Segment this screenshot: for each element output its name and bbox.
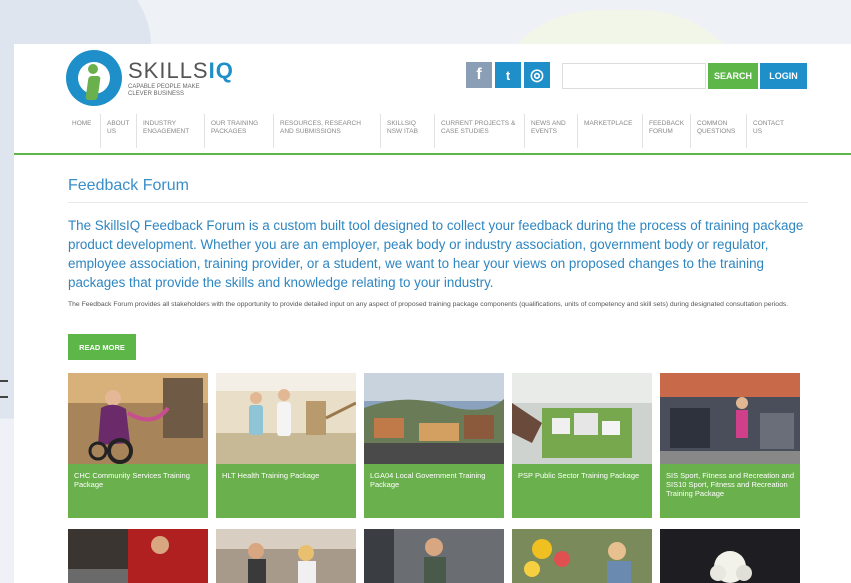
package-photo (512, 529, 652, 583)
nav-feedback-forum[interactable]: FEEDBACK FORUM (642, 114, 690, 148)
skillsiq-logo[interactable]: SKILLSIQ CAPABLE PEOPLE MAKE CLEVER BUSI… (66, 50, 234, 106)
package-card[interactable]: HLT Health Training Package (216, 373, 356, 518)
nav-our-training-packages[interactable]: OUR TRAINING PACKAGES (204, 114, 273, 148)
nav-about-us[interactable]: ABOUT US (100, 114, 136, 148)
package-label: CHC Community Services Training Package (68, 464, 208, 518)
nav-home[interactable]: HOME (66, 114, 100, 148)
instagram-icon[interactable]: ◎ (524, 62, 550, 88)
package-photo (68, 373, 208, 464)
nav-skillsiq-nsw-itab[interactable]: SKILLSIQ NSW ITAB (380, 114, 434, 148)
package-label: PSP Public Sector Training Package (512, 464, 652, 518)
package-photo (68, 529, 208, 583)
package-photo (660, 529, 800, 583)
intro-text: The SkillsIQ Feedback Forum is a custom … (68, 218, 804, 290)
package-card[interactable]: CHC Community Services Training Package (68, 373, 208, 518)
logo-icon (66, 50, 122, 106)
package-card[interactable] (216, 529, 356, 583)
nav-news-and-events[interactable]: NEWS AND EVENTS (524, 114, 577, 148)
main-nav: HOME ABOUT US INDUSTRY ENGAGEMENT OUR TR… (66, 114, 788, 152)
logo-tagline: CAPABLE PEOPLE MAKE CLEVER BUSINESS (128, 84, 200, 97)
nav-marketplace[interactable]: MARKETPLACE (577, 114, 642, 148)
package-card[interactable] (364, 529, 504, 583)
social-links: f t ◎ (466, 62, 550, 88)
read-more-button[interactable]: READ MORE (68, 334, 136, 360)
package-card[interactable] (68, 529, 208, 583)
edge-mark (0, 396, 8, 398)
package-card[interactable] (660, 529, 800, 583)
package-photo (216, 529, 356, 583)
package-photo (660, 373, 800, 464)
package-photo (216, 373, 356, 464)
twitter-icon[interactable]: t (495, 62, 521, 88)
page-title: Feedback Forum (68, 177, 189, 194)
search-button[interactable]: SEARCH (708, 63, 758, 89)
nav-industry-engagement[interactable]: INDUSTRY ENGAGEMENT (136, 114, 204, 148)
package-card[interactable]: LGA04 Local Government Training Package (364, 373, 504, 518)
package-card[interactable] (512, 529, 652, 583)
package-card[interactable]: PSP Public Sector Training Package (512, 373, 652, 518)
screenshot-stage: SKILLSIQ CAPABLE PEOPLE MAKE CLEVER BUSI… (0, 0, 851, 583)
package-label: HLT Health Training Package (216, 464, 356, 518)
nav-contact-us[interactable]: CONTACT US (746, 114, 788, 148)
package-photo (364, 373, 504, 464)
login-button[interactable]: LOGIN (760, 63, 807, 89)
nav-resources-research[interactable]: RESOURCES, RESEARCH AND SUBMISSIONS (273, 114, 380, 148)
edge-mark (0, 380, 8, 382)
nav-common-questions[interactable]: COMMON QUESTIONS (690, 114, 746, 148)
package-photo (512, 373, 652, 464)
body-text: The Feedback Forum provides all stakehol… (68, 301, 789, 308)
title-divider (68, 202, 808, 203)
logo-name: SKILLSIQ (128, 58, 234, 83)
package-label: SIS Sport, Fitness and Recreation and SI… (660, 464, 800, 518)
site-header: SKILLSIQ CAPABLE PEOPLE MAKE CLEVER BUSI… (14, 44, 851, 108)
website-page: SKILLSIQ CAPABLE PEOPLE MAKE CLEVER BUSI… (14, 44, 851, 583)
package-card[interactable]: SIS Sport, Fitness and Recreation and SI… (660, 373, 800, 518)
nav-current-projects[interactable]: CURRENT PROJECTS & CASE STUDIES (434, 114, 524, 148)
facebook-icon[interactable]: f (466, 62, 492, 88)
search-input[interactable] (562, 63, 706, 89)
package-label: LGA04 Local Government Training Package (364, 464, 504, 518)
nav-divider (14, 153, 851, 155)
package-photo (364, 529, 504, 583)
